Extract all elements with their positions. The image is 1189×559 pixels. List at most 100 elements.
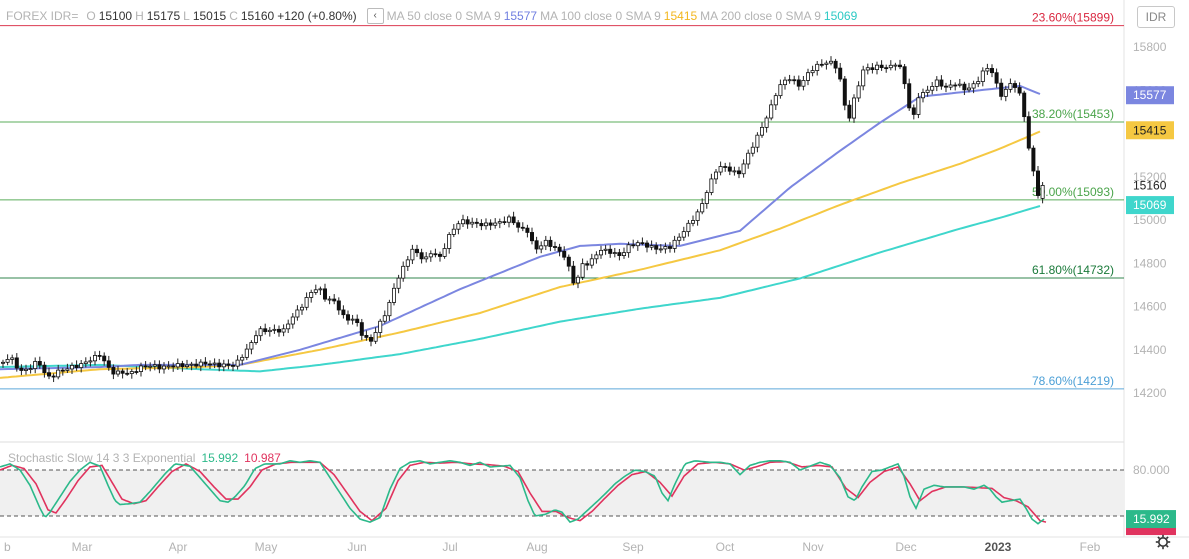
candle-body: [686, 222, 691, 233]
candle-body: [290, 316, 295, 325]
candle-body: [930, 86, 935, 91]
candle-body: [47, 372, 52, 377]
candle-body: [810, 70, 815, 74]
candle-body: [437, 253, 442, 257]
candle-body: [249, 342, 254, 350]
open-label: O: [86, 9, 96, 23]
month-label: Sep: [622, 540, 644, 554]
candle-body: [60, 369, 65, 372]
close-label: C: [229, 9, 238, 23]
collapse-legend-button[interactable]: ‹: [366, 8, 384, 24]
candle-body: [769, 104, 774, 119]
candle-body: [778, 84, 783, 97]
candle-body: [37, 361, 42, 366]
gear-icon[interactable]: [1155, 534, 1171, 555]
candle-body: [691, 220, 696, 224]
low-label: L: [183, 9, 190, 23]
candle-body: [1040, 184, 1045, 199]
candle-body: [138, 365, 143, 372]
candle-body: [898, 64, 903, 68]
candle-body: [424, 256, 429, 260]
candle-body: [456, 223, 461, 230]
symbol-label: FOREX IDR=: [6, 9, 79, 23]
candle-body: [387, 302, 392, 317]
candle-body: [787, 79, 792, 82]
candle-body: [1036, 170, 1041, 196]
candle-body: [129, 371, 134, 374]
candle-body: [553, 246, 558, 248]
candle-body: [631, 244, 636, 247]
candle-body: [649, 245, 654, 248]
candle-body: [295, 309, 300, 318]
candle-body: [603, 248, 608, 251]
candle-body: [5, 359, 10, 363]
candle-body: [971, 83, 976, 89]
candle-body: [695, 211, 700, 221]
last-price-label: 15160: [1133, 178, 1167, 192]
candle-body: [88, 360, 93, 363]
candle-body: [442, 248, 447, 257]
price-tick-label: 14800: [1133, 256, 1167, 270]
candle-body: [175, 363, 180, 368]
candle-body: [267, 329, 272, 333]
candle-body: [359, 322, 364, 336]
candle-body: [378, 320, 383, 333]
price-tick-label: 14600: [1133, 300, 1167, 314]
price-tag-label: 15577: [1133, 88, 1167, 102]
candle-body: [309, 292, 314, 298]
candle-body: [184, 364, 189, 368]
stoch-k-value: 15.992: [201, 451, 239, 465]
candle-body: [764, 117, 769, 128]
fib-label-3: 61.80%(14732): [1032, 263, 1114, 277]
candle-body: [493, 222, 498, 226]
price-chart[interactable]: 23.60%(15899)38.20%(15453)50.00%(15093)6…: [0, 0, 1189, 559]
candle-body: [617, 252, 622, 256]
candle-body: [948, 84, 953, 88]
candle-body: [635, 242, 640, 247]
candle-body: [589, 258, 594, 266]
candle-body: [336, 300, 341, 311]
stoch-k-tag-label: 15.992: [1133, 512, 1170, 526]
candle-body: [14, 357, 19, 369]
candle-body: [506, 216, 511, 223]
candle-body: [313, 289, 318, 293]
candle-body: [51, 375, 56, 378]
month-label: b: [4, 540, 11, 554]
candle-body: [557, 246, 562, 252]
candle-body: [539, 245, 544, 250]
candle-body: [640, 242, 645, 245]
candle-body: [83, 361, 88, 364]
ma50-label: MA 50 close 0 SMA 9: [386, 9, 501, 23]
candle-body: [792, 79, 797, 82]
candle-body: [944, 85, 949, 88]
ma200-value: 15069: [823, 9, 858, 23]
month-label: Jul: [442, 540, 457, 554]
candle-body: [483, 222, 488, 227]
candle-body: [414, 248, 419, 254]
close-value: 15160: [240, 9, 275, 23]
candle-body: [999, 82, 1004, 97]
stoch-tick-label: 80.000: [1133, 463, 1170, 477]
candle-body: [902, 66, 907, 85]
candle-body: [576, 276, 581, 284]
candle-body: [833, 60, 838, 69]
candle-body: [1031, 147, 1036, 172]
candle-body: [212, 362, 217, 365]
high-label: H: [135, 9, 144, 23]
candle-body: [364, 335, 369, 338]
candle-body: [543, 239, 548, 247]
change-value: +120 (+0.80%): [277, 9, 357, 23]
candle-body: [737, 170, 742, 175]
candle-body: [470, 221, 475, 225]
symbol-box[interactable]: IDR: [1137, 6, 1175, 28]
candle-body: [152, 364, 157, 367]
candle-body: [1022, 92, 1027, 118]
ma100-line: [0, 130, 1041, 379]
candle-body: [658, 248, 663, 251]
candle-body: [626, 244, 631, 254]
candle-body: [327, 298, 332, 301]
stoch-band: [0, 470, 1124, 516]
candle-body: [755, 134, 760, 148]
candle-body: [806, 72, 811, 81]
fib-label-4: 78.60%(14219): [1032, 374, 1114, 388]
